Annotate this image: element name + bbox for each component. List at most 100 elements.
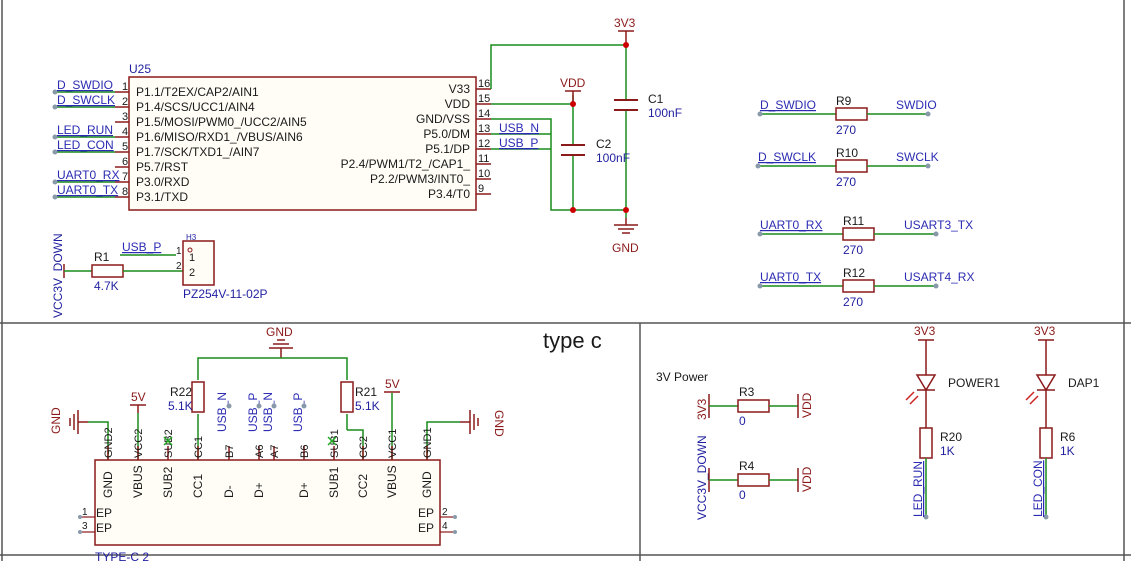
pin-name: CC1 xyxy=(191,474,205,498)
net-vcc3v-down-vertical: VCC3V_DOWN xyxy=(51,233,65,318)
svg-text:TYPE-C 2: TYPE-C 2 xyxy=(95,550,149,561)
svg-text:EP: EP xyxy=(418,521,434,535)
svg-text:EP: EP xyxy=(96,506,112,520)
svg-text:USB_P: USB_P xyxy=(291,393,305,432)
pin-name: P2.4/PWM1/T2_/CAP1_ xyxy=(341,157,471,171)
net-label-right: SWDIO xyxy=(896,98,937,112)
pin-name: P5.7/RST xyxy=(136,160,189,174)
resistor-r12[interactable]: UART0_TX USART4_RX R12 270 xyxy=(757,266,975,309)
pin-number: 10 xyxy=(478,168,490,180)
svg-text:C1: C1 xyxy=(648,92,664,106)
svg-text:0: 0 xyxy=(739,488,746,502)
svg-text:3: 3 xyxy=(82,521,88,532)
svg-text:VCC3V_DOWN: VCC3V_DOWN xyxy=(51,233,65,318)
net-label: UART0_TX xyxy=(57,183,118,197)
net-label-left: D_SWDIO xyxy=(760,98,816,112)
pin-number: 4 xyxy=(122,126,128,138)
led-power1[interactable]: 3V3 POWER1 R201K LED_RUN xyxy=(905,324,1000,520)
ref: R11 xyxy=(843,214,864,228)
pin-number: B6 xyxy=(299,445,311,458)
net-label: USB_P xyxy=(499,136,538,150)
net-label-left: UART0_RX xyxy=(760,218,822,232)
pin-name: P3.4/T0 xyxy=(428,187,470,201)
svg-text:3V3: 3V3 xyxy=(914,324,936,338)
svg-text:USB_N: USB_N xyxy=(261,392,275,432)
svg-text:R4: R4 xyxy=(739,459,755,473)
svg-text:R3: R3 xyxy=(739,385,755,399)
net-label: D_SWDIO xyxy=(57,78,113,92)
u25-chip[interactable]: U25 1 P1.1/T2EX/CAP2/AIN1 D_SWDIO 2 P1.4/SCS… xyxy=(52,62,552,211)
power-3v3-top: 3V3 xyxy=(614,16,636,48)
capacitor-c2[interactable]: C2 100nF xyxy=(561,137,630,165)
pin-number: 6 xyxy=(122,156,128,168)
value: 270 xyxy=(836,175,856,189)
resistor-r4[interactable]: VCC3V_DOWN VDD R4 0 xyxy=(695,435,814,520)
pin-name: VDD xyxy=(445,97,471,111)
net-label-left: UART0_TX xyxy=(760,270,821,284)
typec-connector[interactable]: GND VBUS SUB2 CC1 D- D+ D+ SUB1 CC2 VBUS GND GND2 V… xyxy=(78,427,457,561)
svg-text:100nF: 100nF xyxy=(648,106,682,120)
pin-name: GND/VSS xyxy=(416,112,470,126)
pin-name: D+ xyxy=(252,482,266,498)
svg-text:GND: GND xyxy=(612,241,639,255)
pin-number: 14 xyxy=(478,108,490,120)
typec-usb-nets: USB_N USB_P USB_N USB_P xyxy=(215,392,307,432)
led-ref: POWER1 xyxy=(948,376,1000,390)
pin-number: 16 xyxy=(478,78,490,90)
svg-text:USB_N: USB_N xyxy=(215,392,229,432)
led-dap1[interactable]: 3V3 DAP1 R61K LED_CON xyxy=(1025,324,1100,520)
resistor-r3[interactable]: 3V3 VDD R3 0 xyxy=(695,385,814,428)
typec-pin-stubs xyxy=(107,446,428,460)
pin-name: P1.6/MISO/RXD1_/VBUS/AIN6 xyxy=(136,130,303,144)
pin-number: 5 xyxy=(122,141,128,153)
resistor-r11[interactable]: UART0_RX USART3_TX R11 270 xyxy=(757,214,974,257)
svg-text:0: 0 xyxy=(739,414,746,428)
net-label: USB_N xyxy=(499,121,539,135)
svg-text:2: 2 xyxy=(176,261,182,272)
svg-text:2: 2 xyxy=(442,507,448,518)
svg-text:3V3: 3V3 xyxy=(695,398,709,420)
pin-number: VCC1 xyxy=(387,429,399,458)
led-indicators: 3V3 POWER1 R201K LED_RUN 3V3DAP1R61KLED_CON xyxy=(905,324,1100,520)
net-label: D_SWCLK xyxy=(57,93,115,107)
pin-name: P3.1/TXD xyxy=(136,190,188,204)
pin-number: VCC2 xyxy=(133,429,145,458)
pin-name: P2.2/PWM3/INT0_ xyxy=(370,172,470,186)
svg-text:R20: R20 xyxy=(940,430,962,444)
capacitor-c1[interactable]: C1 100nF xyxy=(614,92,682,120)
series-resistors: D_SWDIO SWDIO R9 270D_SWCLK SWCLKR10270 UART0… xyxy=(755,94,975,309)
svg-text:1: 1 xyxy=(82,507,88,518)
pin-name: P1.1/T2EX/CAP2/AIN1 xyxy=(136,85,259,99)
svg-text:GND: GND xyxy=(49,407,63,434)
net-label: LED_CON xyxy=(1031,460,1045,517)
svg-text:R1: R1 xyxy=(94,250,110,264)
pin-name: V33 xyxy=(449,82,471,96)
resistor-r9[interactable]: D_SWDIO SWDIO R9 270 xyxy=(757,94,937,137)
pin-name: P1.4/SCS/UCC1/AIN4 xyxy=(136,100,255,114)
resistor-r1[interactable]: R1 4.7K xyxy=(64,250,183,293)
svg-text:VDD: VDD xyxy=(800,466,814,492)
resistor-r21[interactable]: R21 5.1K xyxy=(340,381,380,413)
pin-number: 11 xyxy=(478,153,489,165)
ref: R9 xyxy=(836,94,852,108)
resistor-r22[interactable]: R22 5.1K xyxy=(168,381,205,413)
header-h3[interactable]: H3 1 2 1 2 PZ254V-11-02P USB_P xyxy=(120,233,268,301)
svg-text:GND: GND xyxy=(492,410,506,437)
u25-ref: U25 xyxy=(129,62,151,76)
net-label: LED_RUN xyxy=(911,461,925,517)
svg-text:H3: H3 xyxy=(186,233,197,242)
pin-number: 1 xyxy=(122,81,128,93)
svg-text:VDD: VDD xyxy=(800,392,814,418)
svg-text:1K: 1K xyxy=(940,444,955,458)
svg-text:1: 1 xyxy=(189,252,195,264)
pin-name: P5.0/DM xyxy=(423,127,470,141)
svg-text:USB_P: USB_P xyxy=(122,240,161,254)
schematic-canvas: U25 1 P1.1/T2EX/CAP2/AIN1 D_SWDIO 2 P1.4/SCS… xyxy=(0,0,1131,561)
svg-text:EP: EP xyxy=(96,521,112,535)
pin-name: VBUS xyxy=(385,465,399,498)
pin-name: GND xyxy=(101,471,115,498)
pin-number: 15 xyxy=(478,93,490,105)
resistor-r10[interactable]: D_SWCLK SWCLK R10 270 xyxy=(755,146,939,189)
net-label: UART0_RX xyxy=(57,168,119,182)
pin-number: 13 xyxy=(478,123,490,135)
